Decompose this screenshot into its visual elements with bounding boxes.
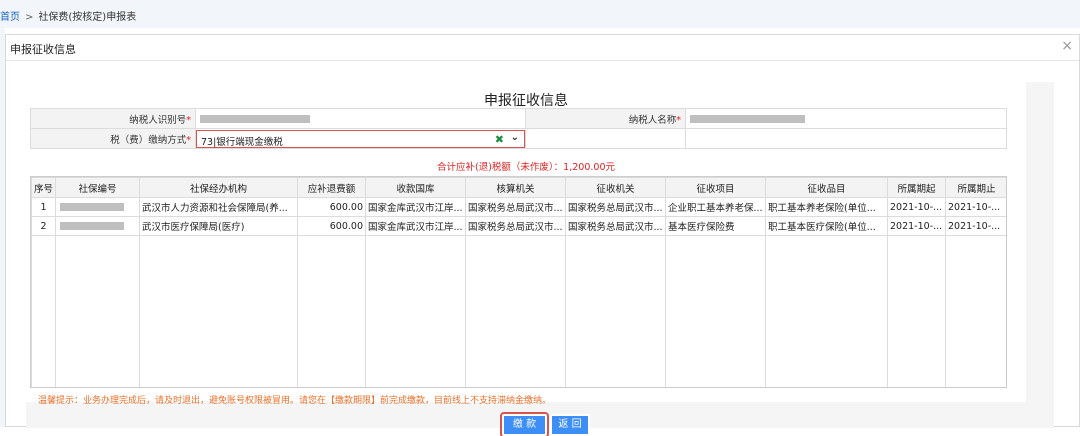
breadcrumb-bar: 首页 > 社保费(按核定)申报表 [0,0,1080,28]
redacted-taxpayer-name [690,114,805,123]
dialog-title: 申报征收信息 [10,43,76,56]
form-title: 申报征收信息 [484,93,568,109]
row-number: 2 [31,216,56,236]
declaration-dialog: 申报征收信息 × 申报征收信息 纳税人识别号* 纳税人名称* 税（费）缴纳方式*… [5,34,1080,436]
levy-subitem-cell: 职工基本医疗保险(单位... [765,216,888,236]
collecting-office-cell: 国家税务总局武汉市... [565,197,666,217]
accounting-office-cell: 国家税务总局武汉市... [465,216,566,236]
empty-value-cell [685,128,1007,149]
payment-method-label: 税（费）缴纳方式* [30,128,196,149]
treasury-cell: 国家金库武汉市江岸... [365,197,466,217]
total-amount-text: 合计应补(退)税额（未作废）：1,200.00元 [437,162,615,173]
warm-tip-text: 温馨提示：业务办理完成后，请及时退出，避免账号权限被冒用。请您在【缴款期限】前完… [38,396,552,406]
agency-cell: 武汉市人力资源和社会保障局(养... [139,197,298,217]
period-end-cell: 2021-10-... [945,216,1006,236]
col-header[interactable]: 所属期止 [945,177,1006,198]
agency-cell: 武汉市医疗保障局(医疗) [139,216,298,236]
back-button[interactable]: 返 回 [550,414,590,436]
col-header[interactable]: 征收品目 [765,177,888,198]
breadcrumb-current: 社保费(按核定)申报表 [38,12,137,23]
levy-subitem-cell: 职工基本养老保险(单位... [765,197,888,217]
clear-icon[interactable]: ✖ [495,133,504,146]
accounting-office-cell: 国家税务总局武汉市... [465,197,566,217]
form-card: 申报征收信息 纳税人识别号* 纳税人名称* 税（费）缴纳方式* 73|银行端现金… [26,82,1026,436]
taxpayer-name-label: 纳税人名称* [525,108,686,129]
period-end-cell: 2021-10-... [945,197,1006,217]
dialog-body: 申报征收信息 纳税人识别号* 纳税人名称* 税（费）缴纳方式* 73|银行端现金… [26,82,1054,436]
breadcrumb-home-link[interactable]: 首页 [0,12,20,23]
empty-grid-area [31,235,1006,387]
period-start-cell: 2021-10-... [887,216,946,236]
row-number: 1 [31,197,56,217]
chevron-down-icon[interactable]: ⌄ [511,132,519,143]
social-security-number [55,197,140,217]
payment-method-value: 73|银行端现金缴税 [201,136,283,148]
col-header[interactable]: 收款国库 [365,177,466,198]
amount-cell: 600.00 [297,197,366,217]
table-row[interactable]: 1 武汉市人力资源和社会保障局(养... 600.00 国家金库武汉市江岸...… [31,197,1006,217]
levy-item-cell: 基本医疗保险费 [665,216,766,236]
redacted-ss-number [60,203,124,211]
col-header[interactable]: 应补退费额 [297,177,366,198]
payment-method-cell: 73|银行端现金缴税 ✖ ⌄ [195,128,526,149]
col-header[interactable]: 所属期起 [887,177,946,198]
period-start-cell: 2021-10-... [887,197,946,217]
social-security-number [55,216,140,236]
empty-label-cell [525,128,686,149]
col-header[interactable]: 核算机关 [465,177,566,198]
table-row[interactable]: 2 武汉市医疗保障局(医疗) 600.00 国家金库武汉市江岸... 国家税务总… [31,216,1006,236]
dialog-divider [6,60,1079,61]
breadcrumb: 首页 > 社保费(按核定)申报表 [0,8,136,23]
levy-grid: 序号 社保编号 社保经办机构 应补退费额 收款国库 核算机关 征收机关 征收项目… [30,176,1007,388]
payment-method-select[interactable]: 73|银行端现金缴税 ✖ ⌄ [196,129,525,148]
col-header[interactable]: 社保编号 [55,177,140,198]
treasury-cell: 国家金库武汉市江岸... [365,216,466,236]
col-header[interactable]: 征收机关 [565,177,666,198]
col-header[interactable]: 征收项目 [665,177,766,198]
levy-item-cell: 企业职工基本养老保... [665,197,766,217]
col-header[interactable]: 序号 [31,177,56,198]
taxpayer-id-label: 纳税人识别号* [30,108,196,129]
taxpayer-name-value [685,108,1007,129]
breadcrumb-separator: > [25,12,34,23]
collecting-office-cell: 国家税务总局武汉市... [565,216,666,236]
taxpayer-id-value [195,108,526,129]
amount-cell: 600.00 [297,216,366,236]
table-header-row: 序号 社保编号 社保经办机构 应补退费额 收款国库 核算机关 征收机关 征收项目… [31,177,1006,198]
pay-button[interactable]: 缴 款 [500,412,549,436]
close-icon[interactable]: × [1061,38,1073,54]
taxpayer-info-table: 纳税人识别号* 纳税人名称* 税（费）缴纳方式* 73|银行端现金缴税 ✖ ⌄ [30,108,1007,149]
redacted-ss-number [60,222,124,230]
col-header[interactable]: 社保经办机构 [139,177,298,198]
levy-table: 序号 社保编号 社保经办机构 应补退费额 收款国库 核算机关 征收机关 征收项目… [31,177,1006,387]
redacted-taxpayer-id [200,114,310,123]
